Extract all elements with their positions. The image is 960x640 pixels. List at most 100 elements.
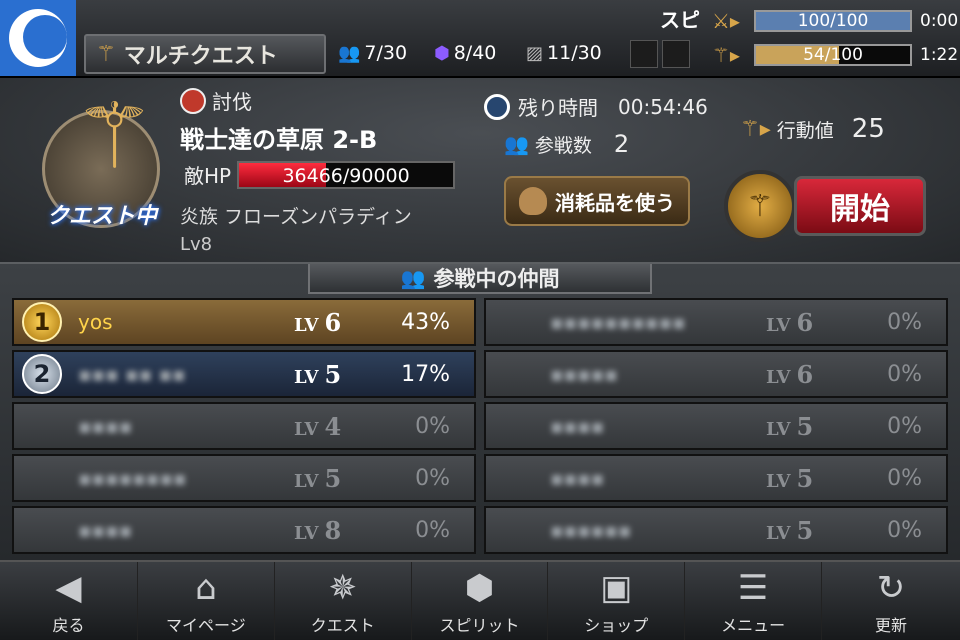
rank-slot: 2 [14, 352, 70, 396]
stat-people-value: 7/30 [364, 42, 408, 64]
companion-name: ▪▪▪▪ [78, 518, 133, 542]
rank-slot [14, 456, 70, 500]
companion-row[interactable]: ▪▪▪▪ LV 5 0% [484, 454, 948, 502]
participants-value: 2 [613, 130, 630, 158]
participants-icon: 👥 [504, 132, 529, 156]
companion-row[interactable]: 1 yos LV 6 43% [12, 298, 476, 346]
companion-contribution: 0% [887, 465, 922, 491]
enemy-hp-row: 敵HP 36466/90000 [184, 160, 456, 189]
companion-level: LV 4 [294, 411, 342, 441]
action-points: ⚚▸ 行動値 25 [740, 114, 885, 144]
companion-contribution: 17% [401, 361, 450, 387]
use-item-button[interactable]: 消耗品を使う [504, 176, 690, 226]
enemy-level: Lv8 [180, 234, 213, 255]
sword-gauge-icon: ⚔▸ [712, 9, 740, 33]
companion-name: ▪▪▪▪▪ [550, 362, 618, 386]
companion-row[interactable]: 2 ▪▪▪ ▪▪ ▪▪ LV 5 17% [12, 350, 476, 398]
stat-card: ▨ 11/30 [526, 42, 602, 64]
level-tag: LV [294, 418, 319, 440]
level-tag: LV [294, 366, 319, 388]
gauge-value-2: 54/100 [803, 45, 863, 65]
nav-menu-button[interactable]: ☰ メニュー [685, 562, 822, 640]
gauge-time-2: 1:22 [920, 45, 959, 65]
enemy-hp-bar: 36466/90000 [237, 160, 456, 189]
companion-level: LV 6 [766, 359, 814, 389]
level-tag: LV [294, 470, 319, 492]
gauge-row-1: ⚔▸ 100/100 0:00 [712, 8, 958, 34]
rank-slot [14, 404, 70, 448]
refresh-icon: ↻ [876, 568, 906, 608]
trident-action-icon: ⚚▸ [740, 116, 771, 142]
companion-row[interactable]: ▪▪▪▪ LV 5 0% [484, 402, 948, 450]
stage-name: 戦士達の草原 2-B [180, 126, 378, 154]
menu-icon: ☰ [737, 568, 769, 608]
start-button[interactable]: 開始 [794, 176, 926, 236]
nav-quest-button[interactable]: ✵ クエスト [275, 562, 412, 640]
rank-medal-icon: 2 [22, 354, 62, 394]
spirit-title: スピ [660, 8, 700, 32]
rank-slot [486, 352, 542, 396]
item-slot[interactable] [630, 40, 658, 68]
companion-row[interactable]: ▪▪▪▪ LV 4 0% [12, 402, 476, 450]
companion-level: LV 5 [766, 515, 814, 545]
rank-slot [486, 404, 542, 448]
nav-refresh-button[interactable]: ↻ 更新 [822, 562, 960, 640]
gauge-value-1: 100/100 [797, 11, 869, 31]
use-item-label: 消耗品を使う [555, 190, 675, 215]
quest-mode-title: マルチクエスト [123, 44, 278, 69]
stat-card-value: 11/30 [547, 42, 602, 64]
companions-panel: 👥 参戦中の仲間 1 yos LV 6 43% 2 ▪▪▪ ▪▪ ▪▪ LV 5 17% ▪▪▪▪ L… [0, 262, 960, 560]
level-tag: LV [766, 418, 791, 440]
app-logo[interactable] [0, 0, 76, 76]
nav-shop-button[interactable]: ▣ ショップ [548, 562, 686, 640]
companion-row[interactable]: ▪▪▪▪▪▪ LV 5 0% [484, 506, 948, 554]
companion-row[interactable]: ▪▪▪▪▪▪▪▪ LV 5 0% [12, 454, 476, 502]
companion-name: yos [78, 310, 113, 334]
rank-medal-icon: 1 [22, 302, 62, 342]
companion-row[interactable]: ▪▪▪▪▪▪▪▪▪▪ LV 6 0% [484, 298, 948, 346]
rank-slot [486, 300, 542, 344]
enemy-hp-label: 敵HP [184, 164, 232, 188]
companion-contribution: 0% [887, 517, 922, 543]
quest-type: 討伐 [180, 86, 252, 115]
bag-icon [519, 187, 547, 215]
companion-contribution: 0% [887, 361, 922, 387]
participants-label: 参戦数 [534, 134, 592, 157]
back-icon: ◀ [55, 568, 82, 608]
trident-icon: ⚚ [96, 41, 116, 67]
companion-level: LV 5 [294, 359, 342, 389]
companion-row[interactable]: ▪▪▪▪ LV 8 0% [12, 506, 476, 554]
nav-split-button[interactable]: ⬢ スピリット [412, 562, 549, 640]
mypage-icon: ⌂ [195, 568, 217, 608]
companion-level: LV 5 [294, 463, 342, 493]
gauge-bar-1: 100/100 [754, 10, 912, 32]
companion-name: ▪▪▪▪▪▪ [550, 518, 632, 542]
quest-type-label: 討伐 [212, 90, 252, 114]
stat-crystal-value: 8/40 [453, 42, 497, 64]
rank-slot [486, 456, 542, 500]
companion-contribution: 0% [887, 413, 922, 439]
nav-back-button[interactable]: ◀ 戻る [0, 562, 138, 640]
gauge-bar-2: 54/100 [754, 44, 912, 66]
moon-icon [9, 9, 67, 67]
companion-name: ▪▪▪ ▪▪ ▪▪ [78, 362, 186, 386]
companion-row[interactable]: ▪▪▪▪▪ LV 6 0% [484, 350, 948, 398]
companions-title: 参戦中の仲間 [433, 267, 560, 291]
start-medal-icon[interactable]: ⚚ [724, 170, 796, 242]
nav-mypage-label: マイページ [166, 616, 246, 635]
trident-emblem-icon: ⚚ [74, 84, 155, 189]
quest-emblem: ⚚ クエスト中 [32, 86, 172, 236]
remaining-time: 残り時間 00:54:46 [484, 92, 708, 121]
quest-icon: ✵ [328, 568, 357, 608]
companion-level: LV 6 [766, 307, 814, 337]
companion-contribution: 0% [415, 465, 450, 491]
companion-contribution: 0% [415, 413, 450, 439]
nav-back-label: 戻る [52, 616, 85, 635]
companion-level: LV 5 [766, 463, 814, 493]
item-slot[interactable] [662, 40, 690, 68]
nav-shop-label: ショップ [584, 616, 649, 635]
nav-mypage-button[interactable]: ⌂ マイページ [138, 562, 275, 640]
trident-gauge-icon: ⚚▸ [712, 43, 740, 67]
companion-name: ▪▪▪▪ [550, 414, 605, 438]
stat-crystal: ⬢ 8/40 [434, 42, 496, 64]
